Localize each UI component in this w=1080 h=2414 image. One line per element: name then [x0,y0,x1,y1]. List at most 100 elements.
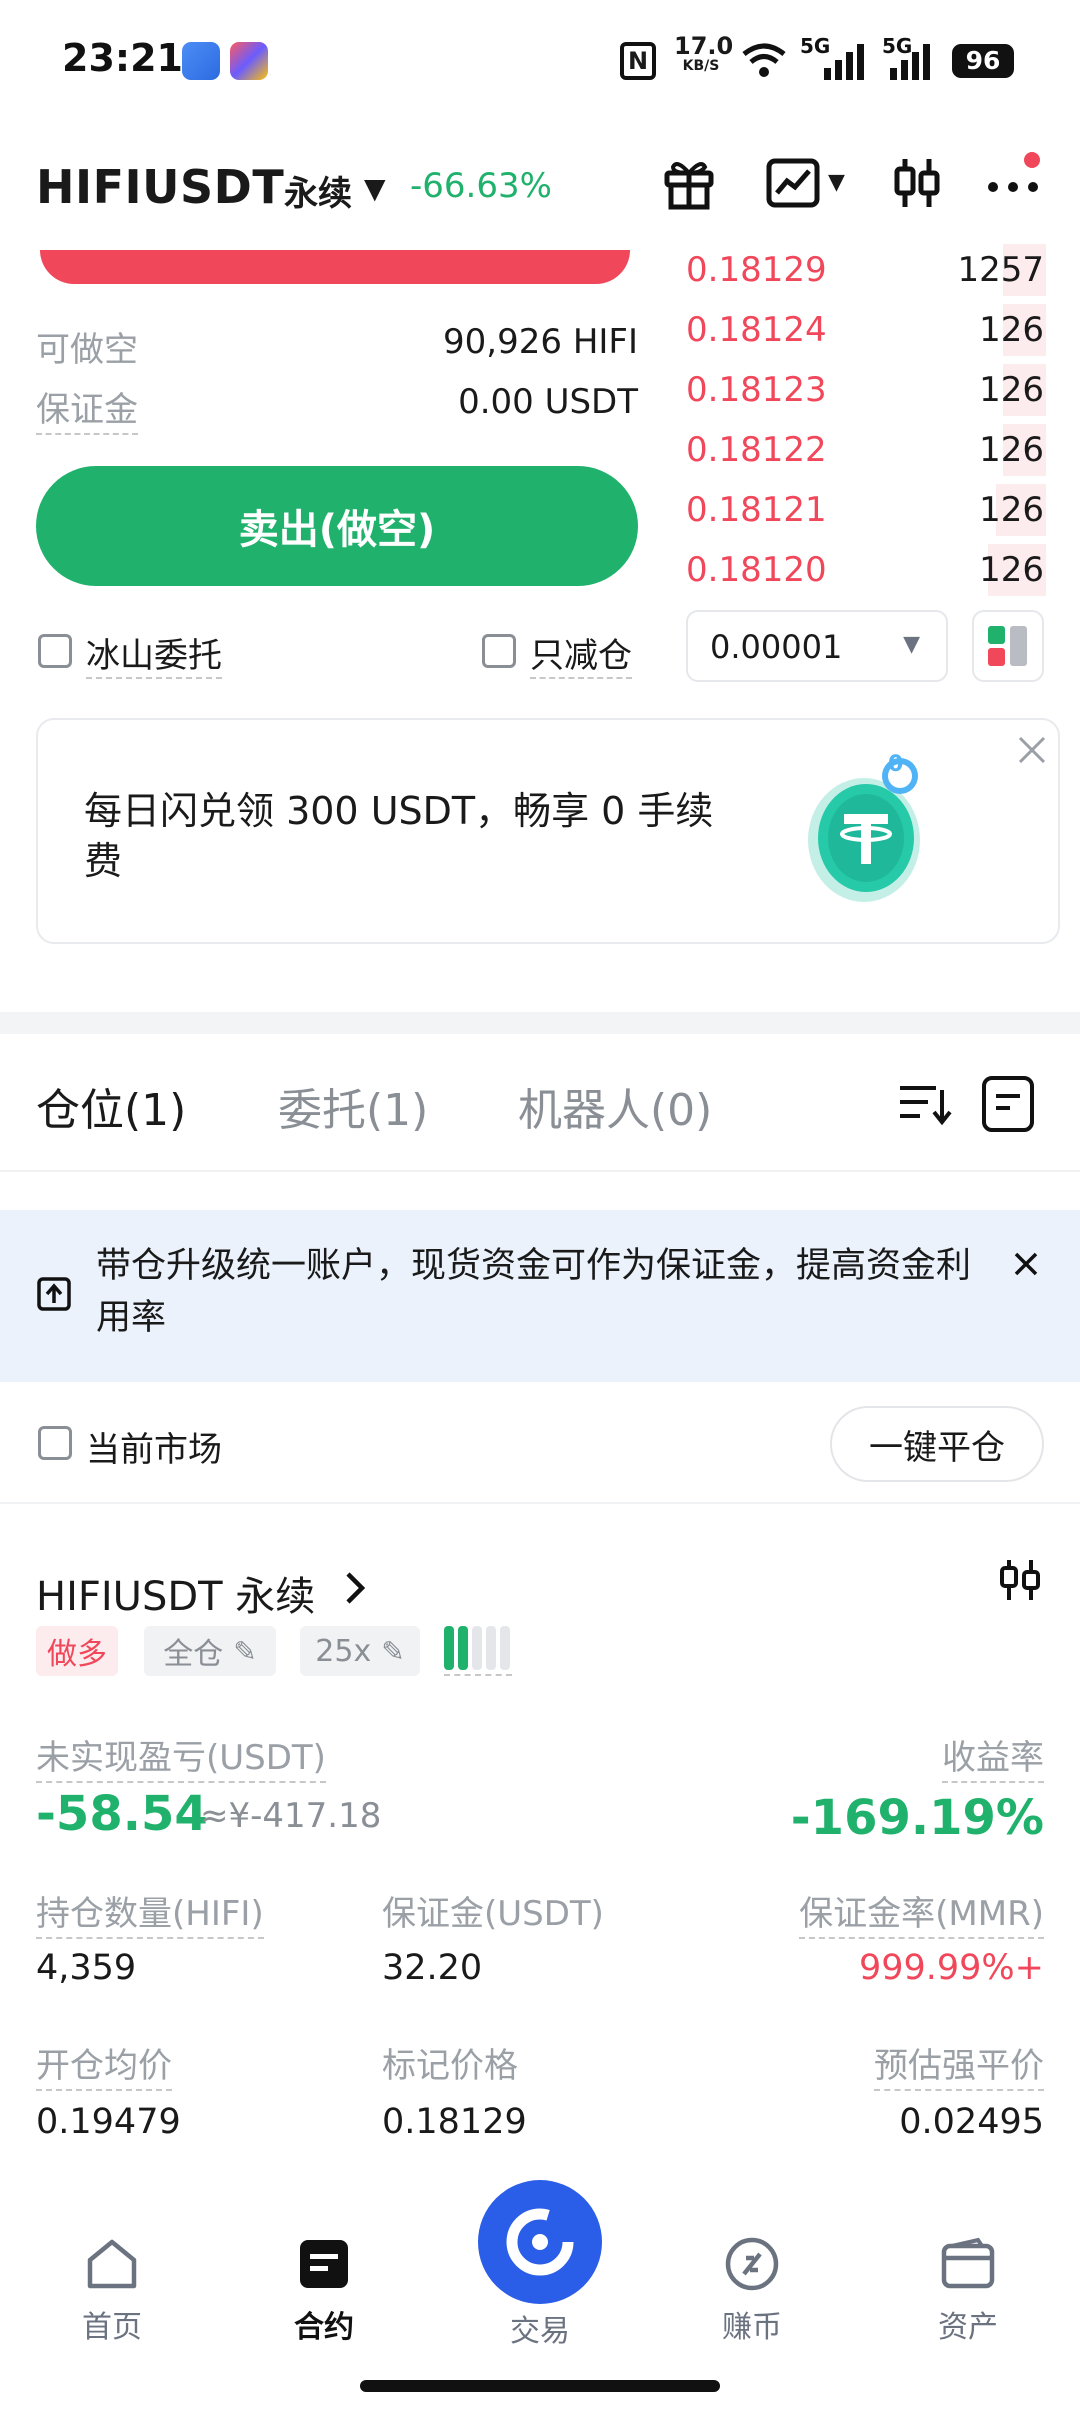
net-speed-value: 17.0 [674,32,734,60]
candlestick-icon[interactable] [884,150,950,216]
orderbook-ask-price[interactable]: 0.18124 [686,310,827,350]
current-market-label[interactable]: 当前市场 [86,1422,222,1471]
futures-icon [300,2240,348,2288]
position-title[interactable]: HIFIUSDT 永续 [36,1564,315,1622]
symbol-title[interactable]: HIFIUSDT [36,160,284,214]
price-change-pct: -66.63% [410,166,552,206]
margin-value: 0.00 USDT [458,382,638,422]
usdt-coin-icon [806,756,934,906]
position-size-label: 持仓数量(HIFI) [36,1886,264,1939]
nav-earn[interactable]: 赚币 [682,2236,822,2346]
nav-futures[interactable]: 合约 [254,2236,394,2346]
orderbook-ask-row[interactable]: 0.18122 126 [686,420,1046,480]
position-margin-label: 保证金(USDT) [382,1894,604,1934]
unrealized-pnl-value: -58.54 [36,1786,208,1842]
margin-mode-tag[interactable]: 全仓 ✎ [144,1626,276,1676]
adl-bar [444,1626,454,1670]
notification-dot [1024,152,1040,168]
symbol-dropdown-icon[interactable]: ▼ [364,172,386,205]
app-notification-icon-2 [230,42,268,80]
earn-icon [725,2237,779,2291]
reduce-only-checkbox[interactable] [482,634,516,668]
nav-home[interactable]: 首页 [42,2236,182,2346]
mmr-label: 保证金率(MMR) [799,1886,1044,1939]
orderbook-ask-size: 126 [979,370,1044,410]
liq-price-value: 0.02495 [899,2102,1044,2142]
entry-price-value: 0.19479 [36,2102,181,2142]
orderbook-ask-size: 126 [979,310,1044,350]
orderbook-ask-price[interactable]: 0.18120 [686,550,827,590]
entry-price-label: 开仓均价 [36,2038,172,2091]
position-margin-value: 32.20 [382,1948,483,1988]
unrealized-pnl-cny: ≈¥-417.18 [200,1796,382,1836]
nav-trade[interactable]: 交易 [470,2300,610,2350]
nav-trade-label: 交易 [510,2314,570,2349]
orderbook-ask-row[interactable]: 0.18123 126 [686,360,1046,420]
tab-orders[interactable]: 委托(1) [278,1074,428,1138]
orderbook-ask-price[interactable]: 0.18129 [686,250,827,290]
available-short-label: 可做空 [36,330,138,370]
upgrade-icon [36,1276,72,1316]
nav-assets-label: 资产 [938,2310,998,2345]
nav-futures-label: 合约 [294,2310,354,2345]
banner-close-icon[interactable] [1008,1246,1044,1286]
orderbook-ask-price[interactable]: 0.18121 [686,490,827,530]
orderbook-ask-size: 1257 [957,250,1044,290]
orderbook-ask-row[interactable]: 0.18124 126 [686,300,1046,360]
battery-indicator: 96 [952,44,1014,78]
buy-button-partial[interactable] [40,250,630,284]
gift-icon[interactable] [656,150,722,216]
orderbook-ask-row[interactable]: 0.18120 126 [686,540,1046,600]
mark-price-value: 0.18129 [382,2102,527,2142]
trade-fab[interactable] [478,2180,602,2304]
sell-short-button[interactable]: 卖出(做空) [36,466,638,586]
sort-icon[interactable] [896,1076,952,1136]
chart-dropdown-icon[interactable]: ▼ [828,170,845,195]
trade-icon [506,2208,574,2276]
position-chevron-icon[interactable] [340,1566,370,1614]
contract-type[interactable]: 永续 [284,166,352,215]
current-market-checkbox[interactable] [38,1426,72,1460]
nav-home-label: 首页 [82,2310,142,2345]
orderbook-layout-icon[interactable] [972,610,1044,682]
signal-icon-2 [890,44,932,84]
status-time: 23:21 [62,36,183,80]
signal-icon-1 [824,44,866,84]
iceberg-checkbox[interactable] [38,634,72,668]
tab-positions[interactable]: 仓位(1) [36,1074,186,1138]
reduce-only-label[interactable]: 只减仓 [530,628,632,679]
order-history-icon[interactable] [980,1074,1036,1138]
tab-bots[interactable]: 机器人(0) [518,1074,712,1138]
edit-leverage-icon[interactable]: ✎ [381,1635,404,1668]
leverage-tag[interactable]: 25x ✎ [300,1626,420,1676]
orderbook-ask-size: 126 [979,430,1044,470]
adl-underline [444,1674,512,1676]
roe-label: 收益率 [942,1730,1044,1783]
app-notification-icon [182,42,220,80]
iceberg-label[interactable]: 冰山委托 [86,628,222,679]
mmr-value: 999.99%+ [858,1948,1044,1988]
roe-value: -169.19% [790,1790,1044,1846]
side-tag: 做多 [36,1626,118,1676]
nav-assets[interactable]: 资产 [898,2236,1038,2346]
margin-label: 保证金 [36,382,138,435]
orderbook-ask-price[interactable]: 0.18123 [686,370,827,410]
filters-divider [0,1502,1080,1504]
precision-select[interactable]: 0.00001 ▼ [686,610,948,682]
leverage-label: 25x [315,1633,372,1669]
wifi-icon [740,40,788,84]
position-chart-icon[interactable] [996,1556,1044,1608]
chart-icon[interactable] [760,150,826,216]
precision-dropdown-icon: ▼ [903,632,920,657]
close-all-button[interactable]: 一键平仓 [830,1406,1044,1482]
orderbook-ask-row[interactable]: 0.18129 1257 [686,240,1046,300]
unrealized-pnl-label: 未实现盈亏(USDT) [36,1730,326,1783]
orderbook-ask-row[interactable]: 0.18121 126 [686,480,1046,540]
upgrade-banner-text: 带仓升级统一账户，现货资金可作为保证金，提高资金利用率 [96,1246,972,1338]
precision-value: 0.00001 [710,628,843,666]
liq-price-label: 预估强平价 [874,2038,1044,2091]
promo-close-icon[interactable] [1012,730,1052,770]
nfc-icon: N [620,42,656,80]
orderbook-ask-price[interactable]: 0.18122 [686,430,827,470]
edit-margin-mode-icon[interactable]: ✎ [233,1635,256,1668]
